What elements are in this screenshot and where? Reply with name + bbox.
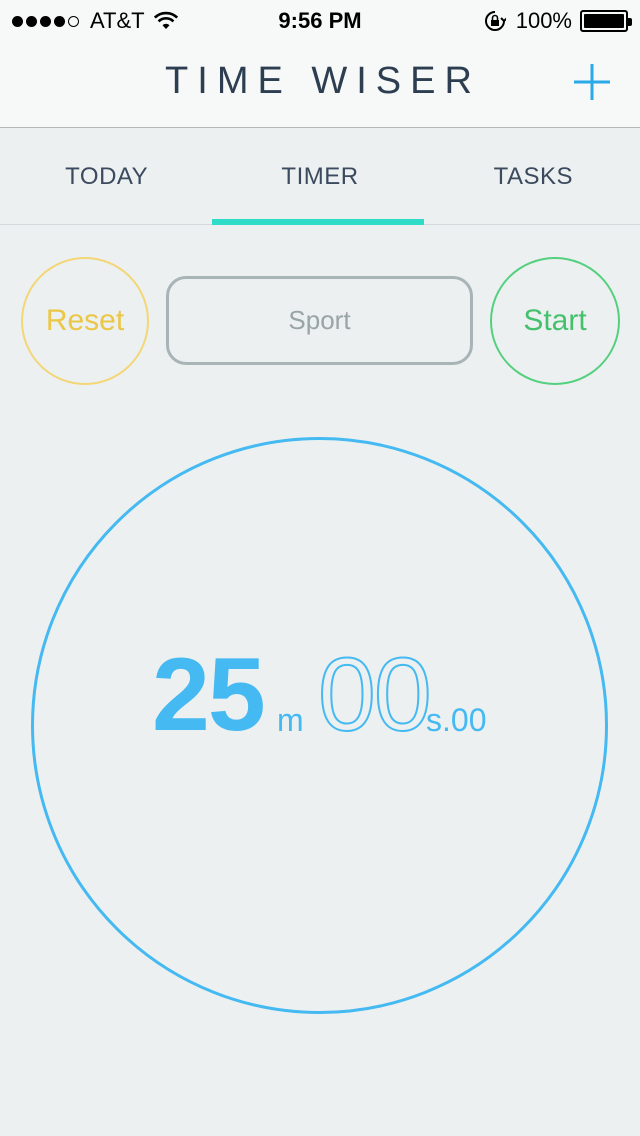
timer-minutes-unit: m [277, 702, 304, 738]
app-header: TIME WISER [0, 40, 640, 128]
tab-timer[interactable]: TIMER [213, 129, 426, 224]
timer-minutes: 25 [152, 637, 266, 753]
status-bar: AT&T 9:56 PM 100% [0, 0, 640, 40]
rotation-lock-icon [484, 11, 506, 31]
battery-icon [580, 10, 632, 32]
tab-bar: TODAY TIMER TASKS [0, 129, 640, 225]
active-tab-indicator [212, 219, 424, 225]
battery-percent: 100% [515, 8, 572, 33]
task-selector[interactable]: Sport [166, 276, 473, 365]
tab-tasks[interactable]: TASKS [427, 129, 640, 224]
tab-today[interactable]: TODAY [0, 129, 213, 224]
status-right: 100% [484, 8, 632, 34]
timer-seconds-unit: s.00 [426, 702, 487, 738]
timer-display: 25 m 00 s.00 [0, 637, 640, 753]
reset-button[interactable]: Reset [21, 257, 149, 385]
timer-seconds: 00 [317, 637, 433, 753]
app-title: TIME WISER [165, 60, 481, 102]
start-button[interactable]: Start [490, 257, 620, 385]
plus-icon[interactable] [572, 62, 612, 102]
